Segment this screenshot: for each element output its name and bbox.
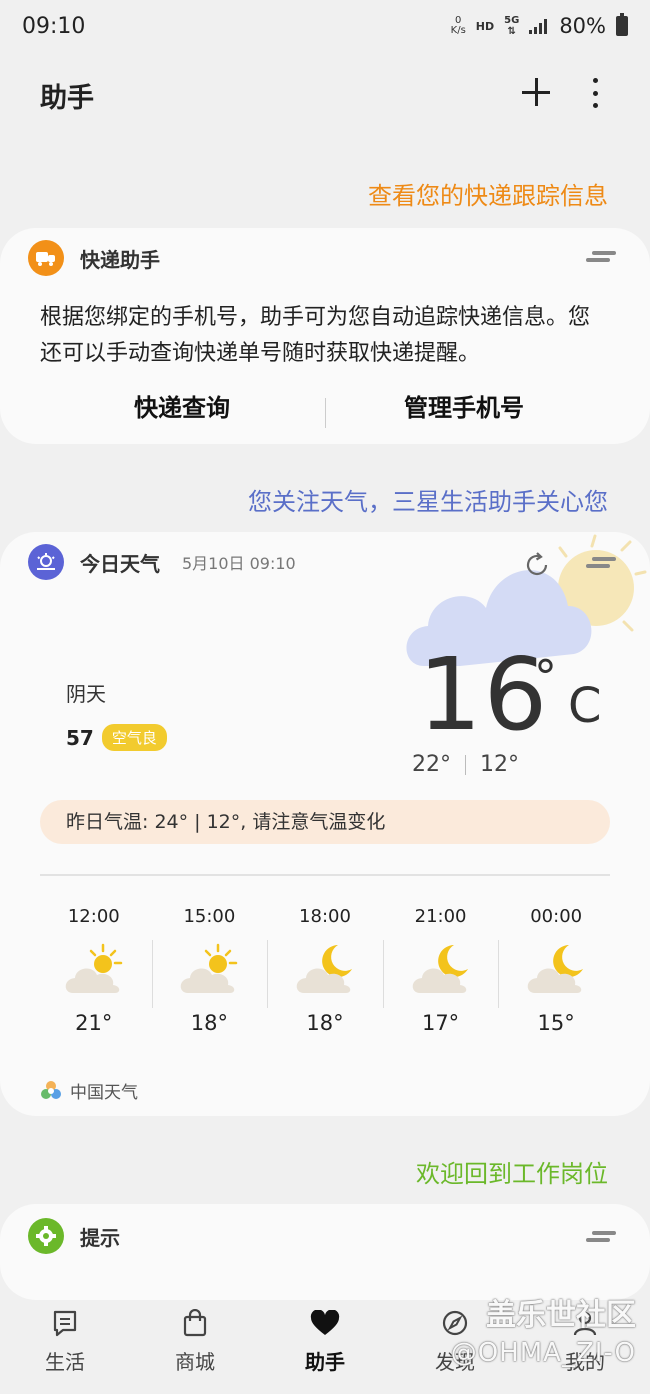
hourly-item: 15:00 18° (151, 904, 268, 1044)
hourly-temperature: 21° (75, 1011, 113, 1035)
add-card-plus-icon[interactable] (518, 74, 554, 110)
network-type: 5G ⇅ (504, 15, 519, 37)
weather-card-header: 今日天气 5月10日 09:10 (28, 544, 296, 580)
shopping-bag-icon (183, 1309, 207, 1337)
network-speed-unit: K/s (450, 25, 466, 36)
drag-handle-icon[interactable] (586, 556, 616, 570)
action-divider (325, 398, 326, 428)
hourly-time: 18:00 (299, 906, 351, 927)
status-indicators: 0 K/s HD 5G ⇅ 80% (451, 13, 628, 38)
manage-phone-button[interactable]: 管理手机号 (404, 388, 524, 423)
compass-icon (442, 1310, 468, 1336)
tips-card-header: 提示 (28, 1218, 120, 1254)
watermark-title: 盖乐世社区 (486, 1298, 636, 1333)
aqi-value: 57 (66, 725, 94, 750)
hourly-forecast[interactable]: 12:00 21° 15:00 18° 18:00 18° 21:00 17° … (36, 904, 614, 1044)
partly-cloudy-night-icon (296, 945, 352, 993)
hourly-temperature: 17° (421, 1011, 460, 1035)
app-header: 助手 (0, 58, 650, 138)
hourly-temperature: 18° (306, 1011, 344, 1035)
weather-condition: 阴天 (66, 682, 106, 706)
weather-caption[interactable]: 您关注天气，三星生活助手关心您 (248, 482, 608, 517)
hourly-item: 12:00 21° (36, 904, 152, 1044)
weather-card-title: 今日天气 (80, 551, 160, 576)
watermark-handle: @OHMA_ZI-O (450, 1338, 636, 1368)
page-title: 助手 (40, 83, 94, 114)
hourly-temperature: 15° (537, 1011, 575, 1035)
yesterday-temperature-notice: 昨日气温: 24° | 12°, 请注意气温变化 (40, 800, 610, 844)
hourly-time: 00:00 (530, 906, 583, 927)
weather-date: 5月10日 09:10 (182, 554, 296, 573)
express-card: 快递助手 根据您绑定的手机号，助手可为您自动追踪快递信息。您还可以手动查询快递单… (0, 228, 650, 444)
battery-percentage: 80% (559, 14, 606, 38)
drag-handle-icon[interactable] (586, 250, 616, 264)
express-card-header: 快递助手 (28, 240, 160, 276)
high-low-temperature: 22° 12° (412, 752, 519, 777)
tips-caption[interactable]: 欢迎回到工作岗位 (416, 1154, 608, 1189)
low-temperature: 12° (480, 752, 519, 777)
partly-cloudy-night-icon (412, 945, 468, 993)
aqi-badge: 空气良 (101, 724, 167, 751)
hourly-time: 21:00 (414, 906, 467, 927)
more-options-icon[interactable] (585, 78, 605, 108)
divider (40, 874, 610, 876)
hourly-temperature: 18° (190, 1011, 228, 1035)
hourly-time: 12:00 (67, 906, 120, 927)
current-temperature: 16 (418, 636, 550, 753)
temperature-unit: C (568, 678, 602, 734)
tips-card-title: 提示 (80, 1225, 120, 1250)
signal-icon (529, 19, 548, 34)
hourly-time: 15:00 (183, 906, 236, 927)
hourly-item: 18:00 18° (267, 904, 383, 1044)
weather-card: 今日天气 5月10日 09:10 16 ° C 22° 12° 阴天 57 空气… (0, 532, 650, 1116)
drag-handle-icon[interactable] (586, 1230, 616, 1244)
nav-label: 生活 (45, 1350, 85, 1374)
status-time: 09:10 (22, 14, 86, 39)
temperature-degree: ° (534, 650, 557, 704)
high-temperature: 22° (412, 752, 451, 777)
life-icon (53, 1310, 77, 1337)
nav-item-assistant[interactable]: 助手 (265, 1300, 385, 1375)
hourly-item: 21:00 17° (382, 904, 499, 1044)
nav-item-shop[interactable]: 商城 (135, 1300, 255, 1375)
partly-cloudy-night-icon (527, 945, 584, 993)
express-card-title: 快递助手 (80, 247, 160, 272)
status-bar: 09:10 0 K/s HD 5G ⇅ 80% (0, 0, 650, 58)
express-description: 根据您绑定的手机号，助手可为您自动追踪快递信息。您还可以手动查询快递单号随时获取… (40, 305, 591, 366)
hd-indicator: HD (475, 19, 495, 33)
express-query-button[interactable]: 快递查询 (134, 388, 230, 423)
heart-icon (310, 1310, 340, 1335)
refresh-icon[interactable] (522, 550, 552, 580)
tips-card: 提示 (0, 1204, 650, 1300)
nav-item-life[interactable]: 生活 (5, 1300, 125, 1375)
china-weather-logo-icon (41, 1080, 61, 1099)
express-delivery-icon (28, 240, 64, 276)
partly-sunny-icon (181, 943, 238, 993)
nav-label: 助手 (305, 1350, 345, 1374)
weather-sun-cloud-icon (28, 544, 64, 580)
express-caption[interactable]: 查看您的快递跟踪信息 (368, 176, 608, 211)
weather-source-label: 中国天气 (70, 1083, 138, 1103)
battery-icon (616, 13, 628, 36)
settings-gear-icon (28, 1218, 64, 1254)
weather-source[interactable]: 中国天气 (40, 1078, 138, 1103)
nav-label: 商城 (175, 1350, 215, 1374)
hourly-item: 00:00 15° (498, 904, 614, 1044)
network-type-label: 5G (504, 15, 520, 26)
express-actions: 快递查询 管理手机号 (0, 388, 650, 438)
air-quality: 57 空气良 (66, 724, 167, 751)
network-speed: 0 K/s (451, 16, 466, 36)
partly-sunny-icon (65, 943, 123, 993)
data-arrows-icon: ⇅ (507, 26, 516, 37)
